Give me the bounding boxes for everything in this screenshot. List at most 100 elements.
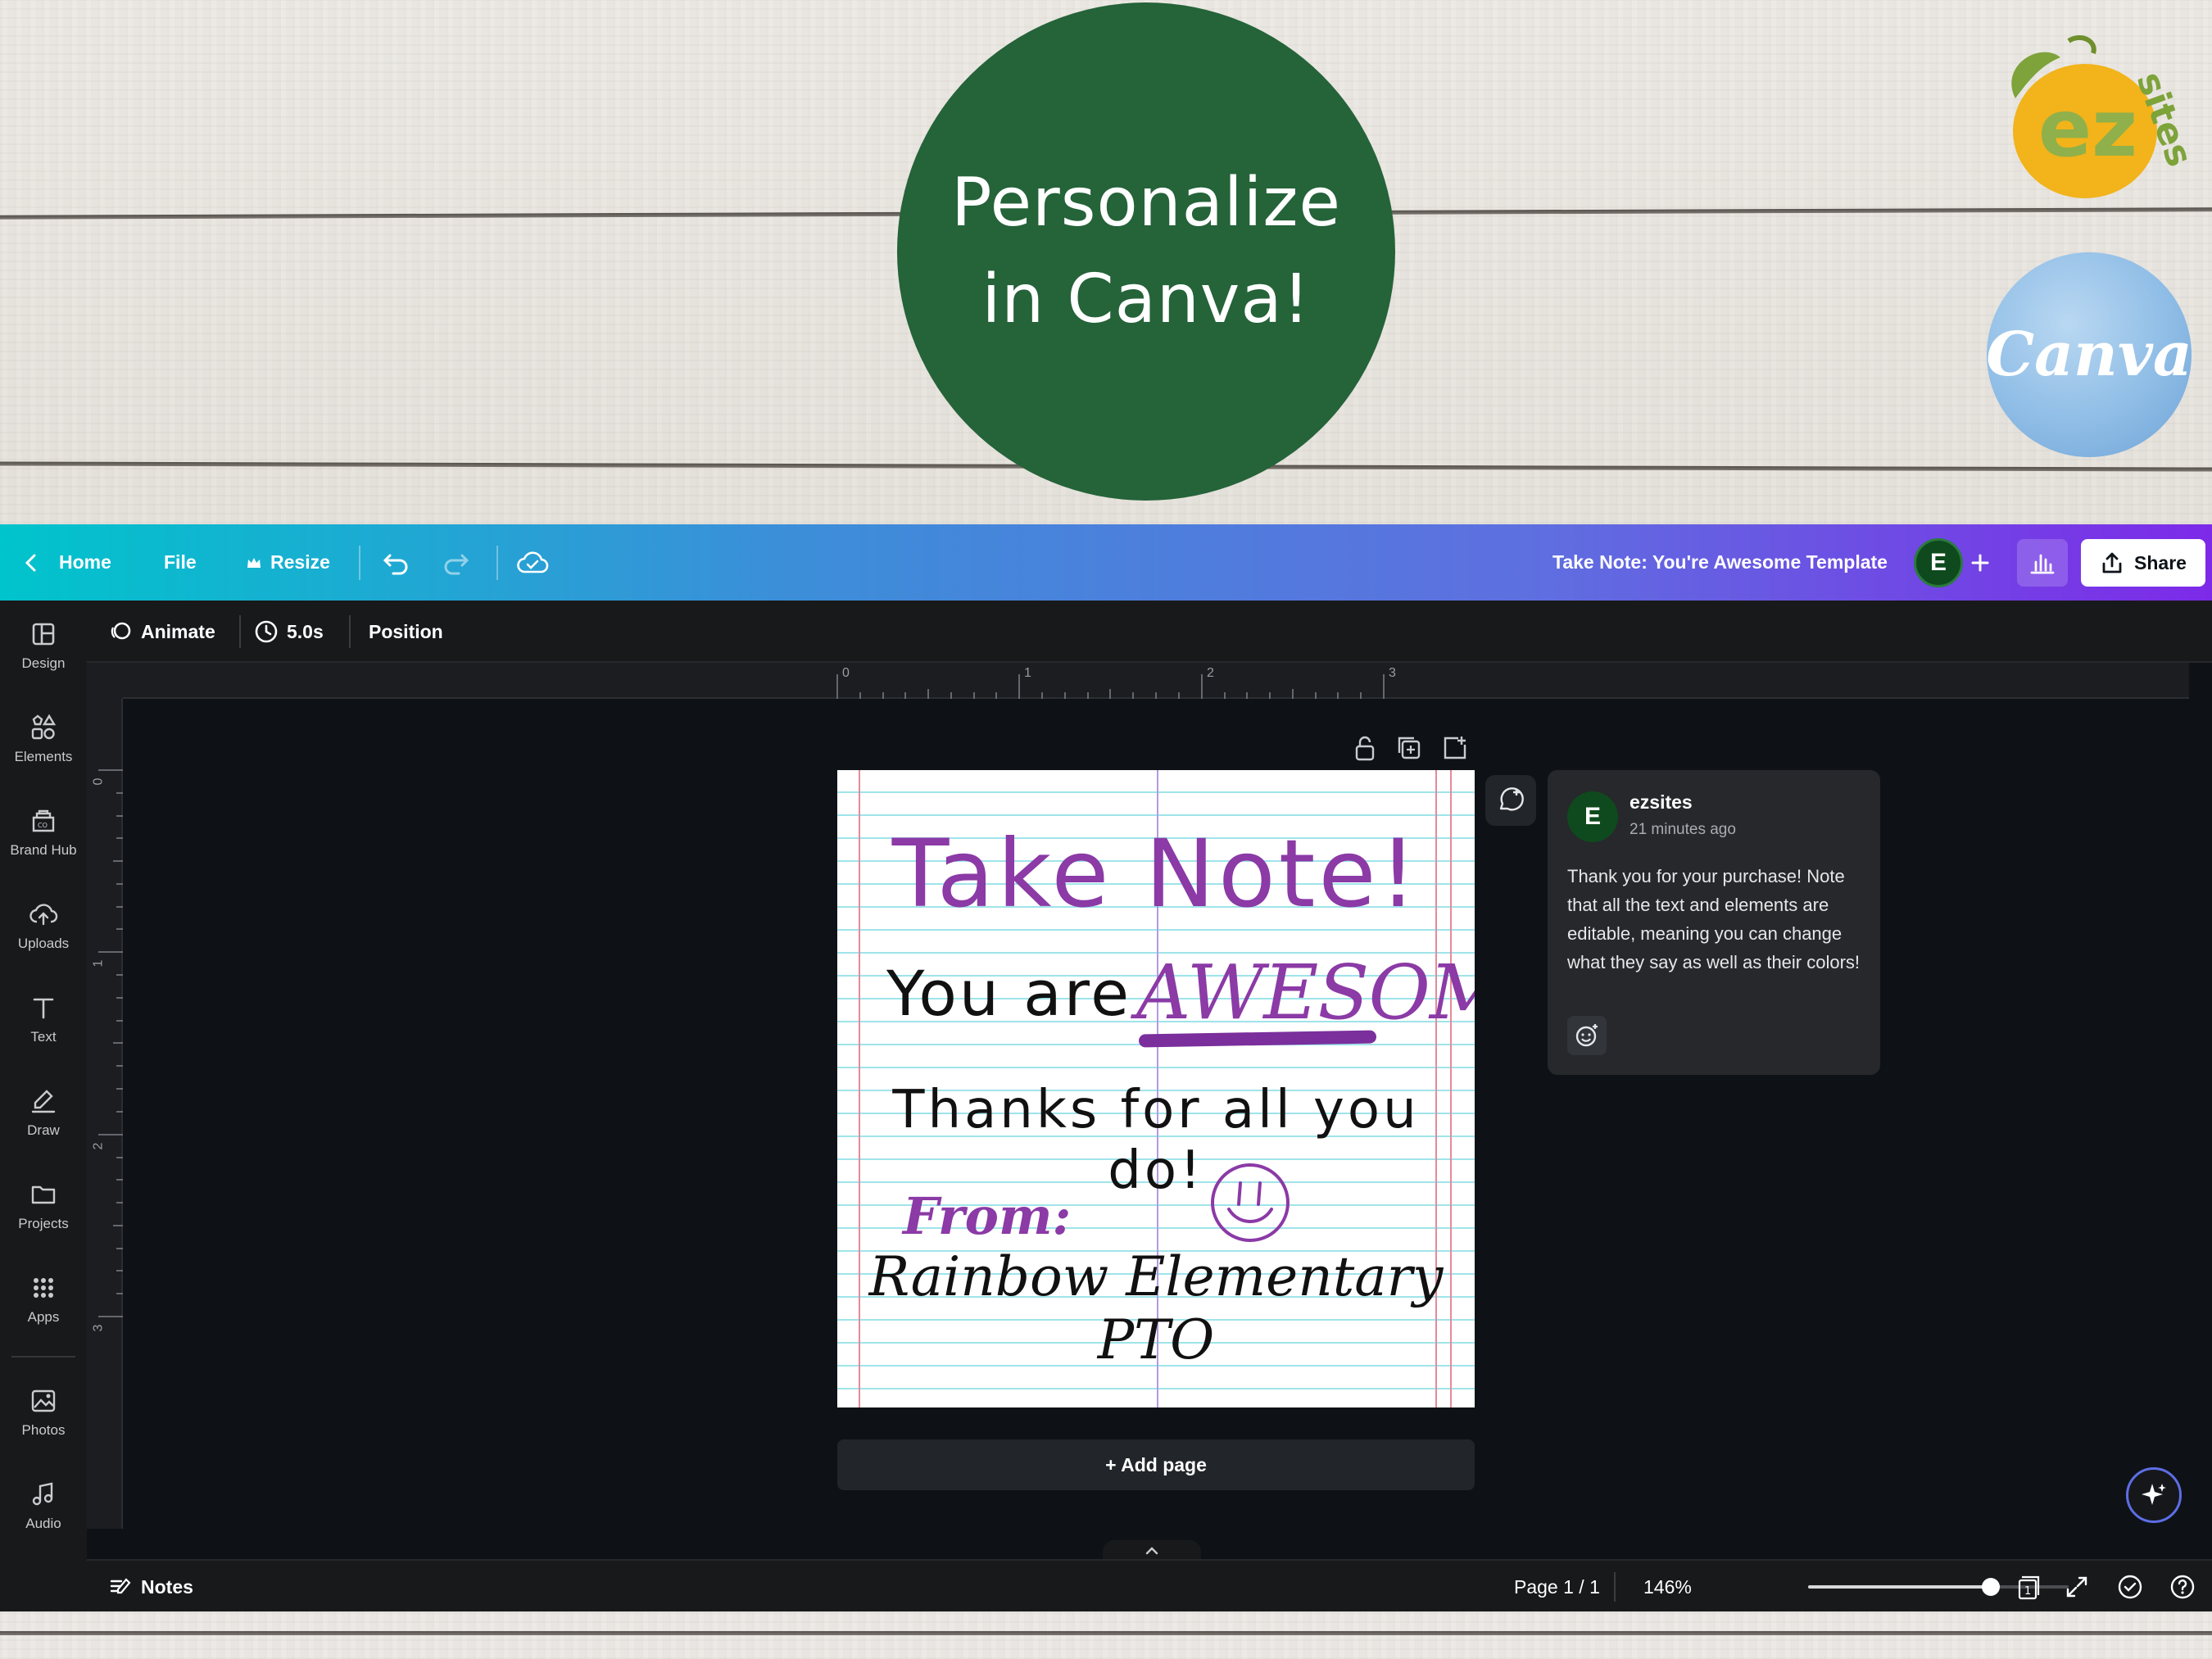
add-page-button[interactable]: + Add page bbox=[837, 1439, 1475, 1490]
resize-button[interactable]: Resize bbox=[246, 524, 330, 601]
insights-button[interactable] bbox=[2017, 539, 2068, 587]
duration-button[interactable]: 5.0s bbox=[254, 601, 324, 663]
image-icon bbox=[31, 1389, 56, 1412]
share-label: Share bbox=[2134, 551, 2187, 573]
brand-icon: CO bbox=[32, 809, 55, 832]
ruler-label: 2 bbox=[1207, 666, 1214, 680]
folder-icon bbox=[31, 1185, 56, 1204]
home-label: Home bbox=[59, 551, 111, 573]
sidebar-item-elements[interactable]: Elements bbox=[0, 694, 87, 784]
crown-icon bbox=[247, 557, 261, 568]
cloud-upload-icon bbox=[29, 904, 58, 926]
promo-badge: Personalize in Canva! bbox=[897, 2, 1395, 501]
page-indicator[interactable]: Page 1 / 1 bbox=[1514, 1561, 1600, 1613]
ruler-label: 2 bbox=[91, 1142, 106, 1150]
duration-label: 5.0s bbox=[287, 620, 324, 642]
canva-editor: Home File Resize Take Note: You're Aweso… bbox=[0, 524, 2212, 1611]
fullscreen-button[interactable] bbox=[2065, 1561, 2089, 1613]
cloud-check-icon bbox=[517, 551, 549, 573]
layout-icon bbox=[32, 623, 55, 646]
sidebar-item-brand-hub[interactable]: CO Brand Hub bbox=[0, 787, 87, 877]
comment-add-icon bbox=[1499, 787, 1524, 811]
avatar-initial: E bbox=[1929, 549, 1947, 576]
ruler-label: 1 bbox=[1024, 666, 1031, 680]
music-icon bbox=[32, 1482, 53, 1506]
smiley-face-icon[interactable] bbox=[1208, 1160, 1293, 1245]
share-button[interactable]: Share bbox=[2081, 539, 2205, 587]
notes-button[interactable]: Notes bbox=[108, 1561, 193, 1613]
help-icon bbox=[2170, 1575, 2195, 1599]
design-awesome[interactable]: AWESOME bbox=[1136, 949, 1475, 1036]
clock-icon bbox=[255, 620, 278, 643]
add-reaction-button[interactable] bbox=[1567, 1016, 1607, 1055]
plank-divider bbox=[0, 1631, 2212, 1635]
plus-icon bbox=[1971, 554, 1989, 571]
animate-button[interactable]: Animate bbox=[108, 601, 215, 663]
sidebar-item-draw[interactable]: Draw bbox=[0, 1067, 87, 1158]
sidebar-item-audio[interactable]: Audio bbox=[0, 1461, 87, 1551]
zoom-slider-fill bbox=[1808, 1585, 1991, 1589]
sidebar-label: Design bbox=[21, 655, 66, 671]
duplicate-page-icon[interactable] bbox=[1393, 732, 1426, 764]
animate-label: Animate bbox=[141, 620, 215, 642]
design-from[interactable]: From: bbox=[903, 1186, 1071, 1246]
check-button[interactable] bbox=[2117, 1561, 2143, 1613]
lock-icon[interactable] bbox=[1349, 732, 1381, 764]
toolbar-divider bbox=[496, 546, 498, 580]
design-you-are[interactable]: You are bbox=[886, 957, 1131, 1030]
design-school-name[interactable]: Rainbow Elementary PTO bbox=[837, 1245, 1475, 1371]
help-button[interactable] bbox=[2169, 1561, 2196, 1613]
sidebar-item-text[interactable]: Text bbox=[0, 974, 87, 1064]
sidebar-item-apps[interactable]: Apps bbox=[0, 1254, 87, 1344]
zoom-percentage[interactable]: 146% bbox=[1643, 1561, 1692, 1613]
toolbar-divider bbox=[1614, 1572, 1616, 1602]
sidebar-label: Apps bbox=[27, 1309, 60, 1325]
toolbar-divider bbox=[239, 615, 241, 648]
undo-button[interactable] bbox=[382, 524, 410, 601]
canva-logo: Canva bbox=[1986, 252, 2192, 457]
ruler-label: 0 bbox=[842, 666, 850, 680]
home-button[interactable]: Home bbox=[23, 524, 111, 601]
comment-card: E ezsites 21 minutes ago Thank you for y… bbox=[1548, 770, 1880, 1075]
sidebar-item-design[interactable]: Design bbox=[0, 601, 87, 691]
comment-thread-button[interactable] bbox=[1485, 775, 1536, 826]
svg-text:CO: CO bbox=[38, 822, 48, 829]
text-icon bbox=[33, 998, 54, 1019]
ruler-ticks bbox=[836, 674, 1385, 699]
undo-icon bbox=[383, 554, 408, 574]
magic-assistant-button[interactable] bbox=[2126, 1467, 2182, 1523]
bottom-bar: Notes Page 1 / 1 146% 1 bbox=[87, 1559, 2212, 1611]
add-page-icon[interactable] bbox=[1439, 732, 1471, 764]
grid-view-button[interactable]: 1 bbox=[2014, 1561, 2042, 1613]
resize-label: Resize bbox=[270, 551, 330, 573]
comment-avatar-initial: E bbox=[1584, 803, 1601, 830]
comment-avatar: E bbox=[1567, 791, 1618, 842]
zoom-slider-handle[interactable] bbox=[1981, 1578, 2000, 1596]
position-button[interactable]: Position bbox=[369, 601, 443, 663]
sidebar-item-uploads[interactable]: Uploads bbox=[0, 881, 87, 971]
vertical-ruler: 0 1 2 3 bbox=[87, 699, 123, 1529]
ruler-label: 3 bbox=[91, 1324, 106, 1332]
position-label: Position bbox=[369, 620, 443, 642]
design-title[interactable]: Take Note! bbox=[837, 819, 1475, 928]
sidebar-label: Brand Hub bbox=[10, 842, 77, 858]
pen-icon bbox=[31, 1090, 56, 1113]
notes-icon bbox=[110, 1578, 131, 1594]
document-title[interactable]: Take Note: You're Awesome Template bbox=[1552, 524, 1888, 601]
sidebar-item-photos[interactable]: Photos bbox=[0, 1367, 87, 1457]
file-menu-button[interactable]: File bbox=[164, 524, 197, 601]
promo-line-1: Personalize bbox=[951, 164, 1341, 242]
sidebar-item-projects[interactable]: Projects bbox=[0, 1161, 87, 1251]
add-collaborator-button[interactable] bbox=[1968, 524, 1992, 601]
save-status-button[interactable] bbox=[516, 524, 549, 601]
file-label: File bbox=[164, 551, 197, 573]
redo-icon bbox=[444, 554, 469, 574]
pages-count: 1 bbox=[2024, 1585, 2031, 1598]
design-page[interactable]: Take Note! You are AWESOME Thanks for al… bbox=[837, 770, 1475, 1407]
chevron-up-icon bbox=[1145, 1547, 1158, 1555]
zoom-label: 146% bbox=[1643, 1575, 1692, 1598]
chevron-left-icon bbox=[25, 554, 36, 571]
design-thanks[interactable]: Thanks for all you do! bbox=[837, 1080, 1475, 1201]
avatar[interactable]: E bbox=[1914, 538, 1963, 587]
redo-button[interactable] bbox=[442, 524, 470, 601]
